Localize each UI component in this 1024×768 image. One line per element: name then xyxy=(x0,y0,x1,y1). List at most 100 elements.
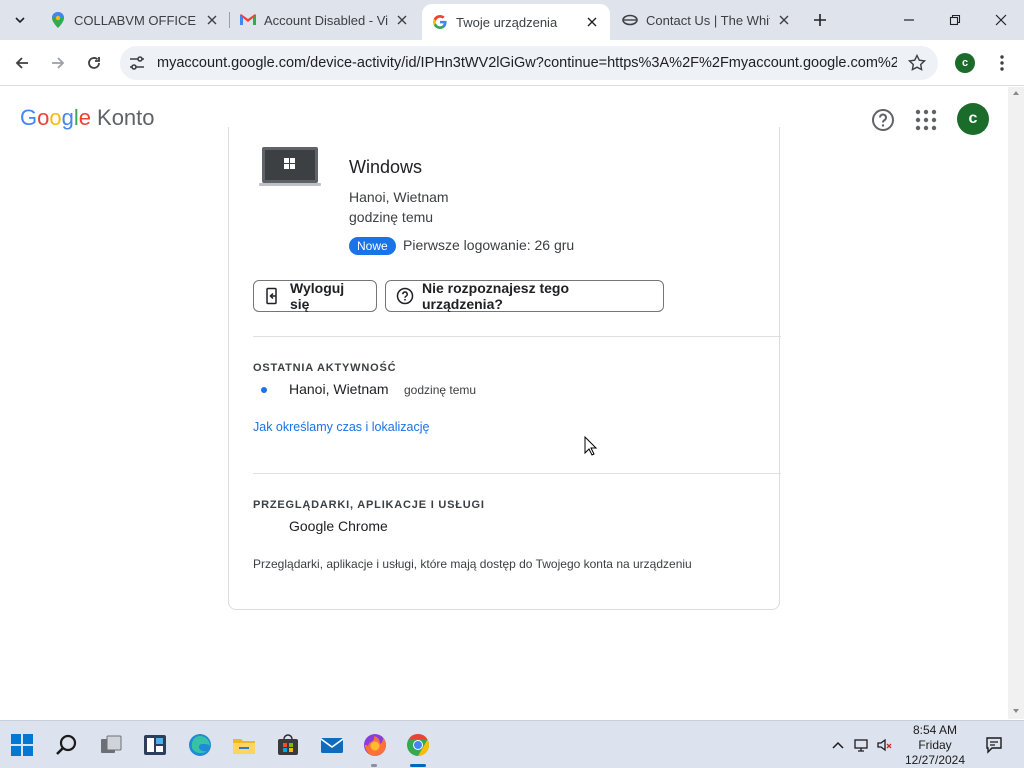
help-icon xyxy=(396,287,414,305)
address-bar[interactable]: myaccount.google.com/device-activity/id/… xyxy=(120,46,938,80)
chrome-active-indicator xyxy=(410,764,426,767)
close-icon[interactable] xyxy=(394,12,410,28)
search-icon[interactable] xyxy=(53,731,81,759)
tab-title: COLLABVM OFFICE – I xyxy=(74,12,198,28)
edge-icon[interactable] xyxy=(186,731,214,759)
tab-title: Account Disabled - Vic xyxy=(264,12,388,28)
sign-out-icon xyxy=(266,287,277,305)
logo-letter: o xyxy=(49,105,62,130)
google-konto-logo[interactable]: Google Konto xyxy=(20,105,155,131)
system-clock[interactable]: 8:54 AM Friday 12/27/2024 xyxy=(900,723,970,768)
laptop-icon xyxy=(259,147,321,186)
close-icon[interactable] xyxy=(584,14,600,30)
activity-location: Hanoi, Wietnam xyxy=(289,381,389,397)
volume-muted-icon[interactable] xyxy=(876,737,892,753)
clock-day: Friday xyxy=(918,738,952,752)
maps-pin-icon xyxy=(50,12,66,28)
page-content: Google Konto c Windows Hanoi, Wietnam go… xyxy=(0,87,1008,719)
widgets-icon[interactable] xyxy=(141,731,169,759)
services-title: PRZEGLĄDARKI, APLIKACJE I USŁUGI xyxy=(253,499,485,511)
unrecognized-device-button[interactable]: Nie rozpoznajesz tego urządzenia? xyxy=(385,280,664,312)
network-icon[interactable] xyxy=(853,737,869,753)
activity-bullet xyxy=(261,387,267,393)
restore-button[interactable] xyxy=(932,0,978,40)
plus-icon xyxy=(814,14,826,26)
notification-icon[interactable] xyxy=(984,735,1004,755)
url-text: myaccount.google.com/device-activity/id/… xyxy=(157,55,897,71)
tab-collabvm[interactable]: COLLABVM OFFICE – I xyxy=(40,4,230,36)
device-location: Hanoi, Wietnam xyxy=(349,189,449,205)
windows-taskbar: 8:54 AM Friday 12/27/2024 xyxy=(0,720,1024,768)
logo-letter: g xyxy=(61,105,74,130)
service-item: Google Chrome xyxy=(289,518,388,534)
divider xyxy=(253,473,781,474)
bookmark-star-icon[interactable] xyxy=(908,54,926,72)
minimize-button[interactable] xyxy=(886,0,932,40)
tab-search-button[interactable] xyxy=(8,8,32,32)
product-name: Konto xyxy=(97,105,155,130)
tab-strip: COLLABVM OFFICE – I Account Disabled - V… xyxy=(0,0,1024,40)
reload-button[interactable] xyxy=(80,49,108,77)
tab-title: Twoje urządzenia xyxy=(456,14,558,30)
apps-grid-icon[interactable] xyxy=(913,107,939,133)
browser-toolbar: myaccount.google.com/device-activity/id/… xyxy=(0,40,1024,86)
firefox-running-indicator xyxy=(371,764,377,767)
logo-letter: o xyxy=(37,105,50,130)
first-login-text: Pierwsze logowanie: 26 gru xyxy=(403,237,575,253)
unrecognized-device-label: Nie rozpoznajesz tego urządzenia? xyxy=(422,280,570,312)
file-explorer-icon[interactable] xyxy=(230,731,258,759)
google-g-icon xyxy=(432,14,448,30)
start-icon[interactable] xyxy=(8,731,36,759)
arrow-left-icon xyxy=(15,57,28,69)
forward-button[interactable] xyxy=(44,49,72,77)
gmail-icon xyxy=(240,12,256,28)
device-name: Windows xyxy=(349,157,423,177)
account-avatar[interactable]: c xyxy=(957,103,989,135)
chevron-up-icon[interactable] xyxy=(830,737,846,753)
services-description: Przeglądarki, aplikacje i usługi, które … xyxy=(253,557,692,571)
scroll-down-icon[interactable] xyxy=(1012,707,1020,715)
close-icon xyxy=(995,14,1007,26)
mouse-cursor-icon xyxy=(584,436,598,456)
clock-date: 12/27/2024 xyxy=(904,753,966,767)
activity-time: godzinę temu xyxy=(404,383,477,397)
chevron-down-icon xyxy=(15,17,25,24)
device-card: Windows Hanoi, Wietnam godzinę temu Nowe… xyxy=(228,127,781,610)
close-window-button[interactable] xyxy=(978,0,1024,40)
device-last-seen: godzinę temu xyxy=(349,209,434,225)
browser-menu-button[interactable] xyxy=(992,52,1012,74)
tab-account-disabled[interactable]: Account Disabled - Vic xyxy=(230,4,420,36)
close-icon[interactable] xyxy=(776,12,792,28)
time-location-info-link[interactable]: Jak określamy czas i lokalizację xyxy=(253,420,429,434)
new-tab-button[interactable] xyxy=(808,8,832,32)
restore-icon xyxy=(949,14,961,26)
logo-letter: e xyxy=(78,105,92,130)
scroll-up-icon[interactable] xyxy=(1012,89,1020,97)
recent-activity-title: OSTATNIA AKTYWNOŚĆ xyxy=(253,362,397,374)
help-icon[interactable] xyxy=(870,107,896,133)
browser-profile-avatar[interactable]: c xyxy=(955,53,975,73)
more-vert-icon xyxy=(1000,55,1004,71)
page-scrollbar[interactable] xyxy=(1008,87,1024,719)
sign-out-label: Wyloguj się xyxy=(290,280,345,312)
tab-title: Contact Us | The White xyxy=(646,12,770,28)
store-icon[interactable] xyxy=(274,731,302,759)
clock-time: 8:54 AM xyxy=(912,723,958,737)
divider xyxy=(253,336,781,337)
arrow-right-icon xyxy=(52,57,65,69)
generic-site-icon xyxy=(622,12,638,28)
new-badge: Nowe xyxy=(349,237,396,255)
chrome-icon[interactable] xyxy=(404,731,432,759)
reload-icon xyxy=(88,57,100,69)
tab-contact-us[interactable]: Contact Us | The White xyxy=(612,4,802,36)
tab-twoje-urzadzenia[interactable]: Twoje urządzenia xyxy=(422,4,610,40)
mail-icon[interactable] xyxy=(318,731,346,759)
task-view-icon[interactable] xyxy=(97,731,125,759)
minimize-icon xyxy=(904,19,914,21)
site-settings-icon[interactable] xyxy=(128,54,146,72)
close-icon[interactable] xyxy=(204,12,220,28)
firefox-icon[interactable] xyxy=(361,731,389,759)
sign-out-button[interactable]: Wyloguj się xyxy=(253,280,377,312)
logo-letter: G xyxy=(20,105,38,130)
back-button[interactable] xyxy=(8,49,36,77)
